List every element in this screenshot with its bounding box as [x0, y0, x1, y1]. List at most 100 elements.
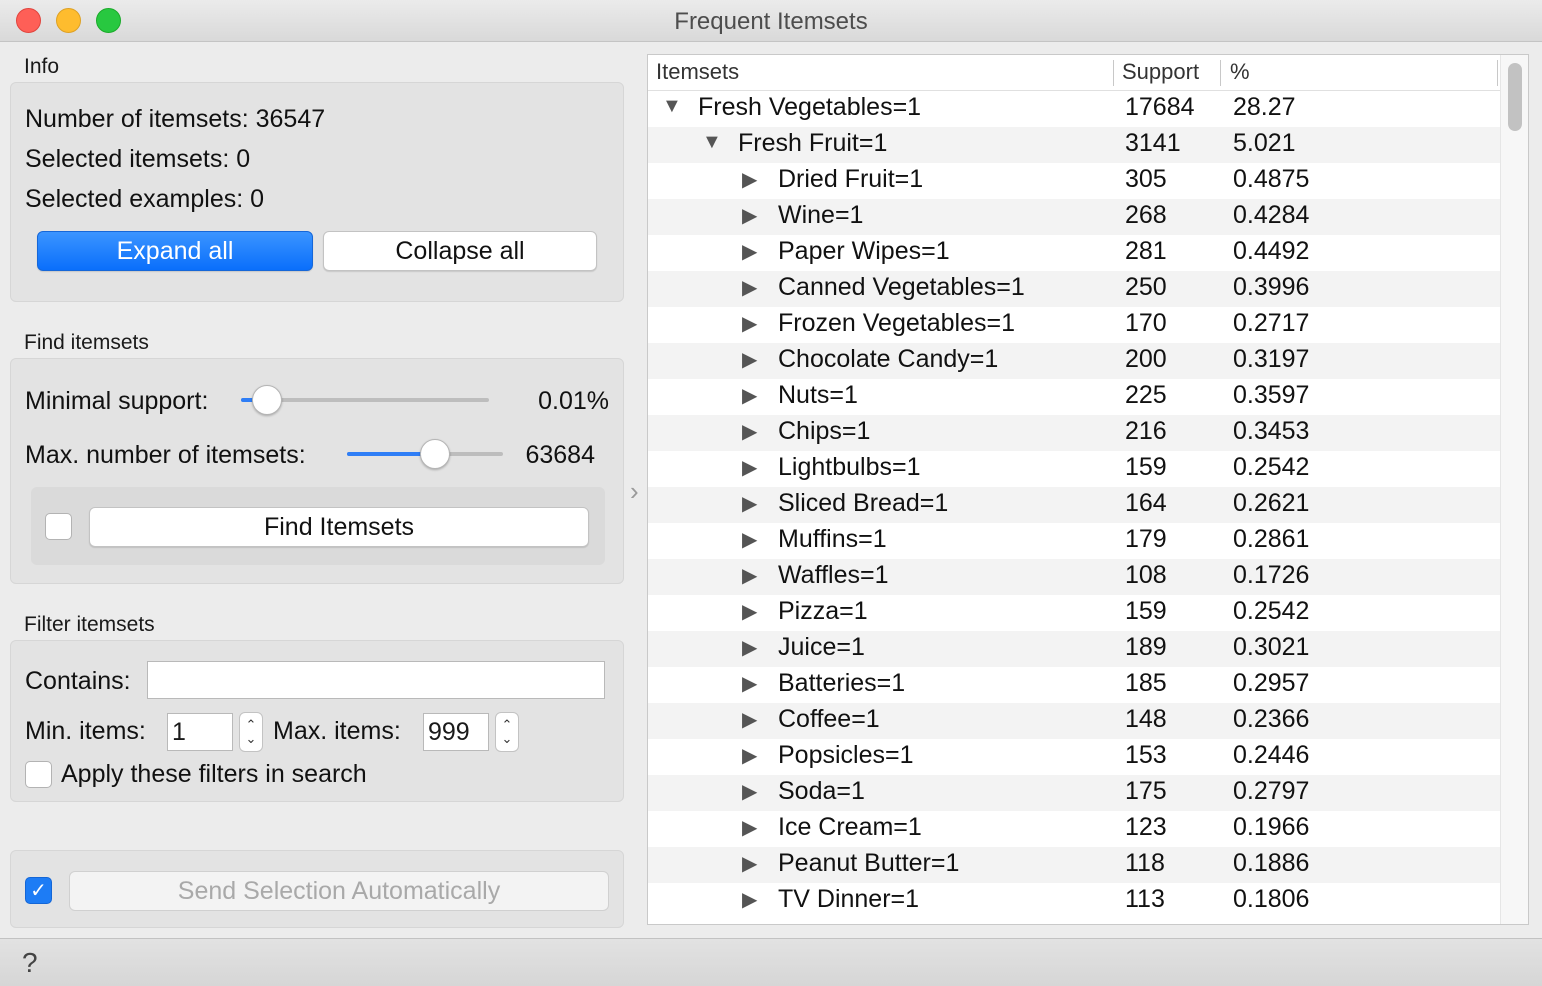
triangle-right-icon[interactable]: ▶	[742, 311, 757, 336]
triangle-right-icon[interactable]: ▶	[742, 491, 757, 516]
table-row[interactable]: ▶ Muffins=1 179 0.2861	[648, 523, 1500, 559]
triangle-right-icon[interactable]: ▶	[742, 167, 757, 192]
minimal-support-value: 0.01%	[538, 387, 609, 415]
itemset-percent: 0.2542	[1233, 597, 1310, 625]
table-row[interactable]: ▶ Soda=1 175 0.2797	[648, 775, 1500, 811]
max-itemsets-slider[interactable]	[347, 439, 503, 469]
expand-all-button[interactable]: Expand all	[37, 231, 313, 271]
max-items-input[interactable]: 999	[423, 713, 489, 751]
column-separator[interactable]	[1220, 60, 1221, 86]
find-itemsets-section-label: Find itemsets	[24, 331, 149, 354]
table-row[interactable]: ▶ Coffee=1 148 0.2366	[648, 703, 1500, 739]
table-row[interactable]: ▼ Fresh Fruit=1 3141 5.021	[648, 127, 1500, 163]
triangle-right-icon[interactable]: ▶	[742, 527, 757, 552]
triangle-right-icon[interactable]: ▶	[742, 707, 757, 732]
find-itemsets-button[interactable]: Find Itemsets	[89, 507, 589, 547]
triangle-right-icon[interactable]: ▶	[742, 419, 757, 444]
triangle-right-icon[interactable]: ▶	[742, 563, 757, 588]
itemset-support: 185	[1125, 669, 1167, 697]
send-automatically-checkbox[interactable]: ✓	[25, 877, 52, 904]
table-row[interactable]: ▶ Lightbulbs=1 159 0.2542	[648, 451, 1500, 487]
itemsets-table[interactable]: Itemsets Support % ▼ Fresh Vegetables=1 17…	[647, 54, 1529, 925]
triangle-right-icon[interactable]: ▶	[742, 779, 757, 804]
triangle-right-icon[interactable]: ▶	[742, 887, 757, 912]
triangle-right-icon[interactable]: ▶	[742, 851, 757, 876]
table-row[interactable]: ▶ Juice=1 189 0.3021	[648, 631, 1500, 667]
triangle-down-icon[interactable]: ▼	[662, 95, 682, 118]
itemset-name: Coffee=1	[778, 705, 880, 733]
table-row[interactable]: ▶ TV Dinner=1 113 0.1806	[648, 883, 1500, 919]
triangle-right-icon[interactable]: ▶	[742, 671, 757, 696]
table-row[interactable]: ▶ Frozen Vegetables=1 170 0.2717	[648, 307, 1500, 343]
table-row[interactable]: ▶ Pizza=1 159 0.2542	[648, 595, 1500, 631]
max-items-stepper[interactable]: ⌃ ⌄	[495, 712, 519, 752]
triangle-right-icon[interactable]: ▶	[742, 203, 757, 228]
table-row[interactable]: ▶ Ice Cream=1 123 0.1966	[648, 811, 1500, 847]
vertical-scrollbar[interactable]	[1500, 55, 1528, 924]
auto-find-checkbox[interactable]	[45, 513, 72, 540]
triangle-right-icon[interactable]: ▶	[742, 275, 757, 300]
chevron-right-icon[interactable]: ›	[630, 476, 639, 507]
column-separator[interactable]	[1113, 60, 1114, 86]
table-row[interactable]: ▶ Paper Wipes=1 281 0.4492	[648, 235, 1500, 271]
stepper-down-icon[interactable]: ⌄	[502, 732, 513, 746]
table-row[interactable]: ▶ Waffles=1 108 0.1726	[648, 559, 1500, 595]
triangle-right-icon[interactable]: ▶	[742, 455, 757, 480]
itemset-percent: 0.1886	[1233, 849, 1310, 877]
triangle-right-icon[interactable]: ▶	[742, 743, 757, 768]
itemset-name: Pizza=1	[778, 597, 868, 625]
collapse-all-button[interactable]: Collapse all	[323, 231, 597, 271]
triangle-right-icon[interactable]: ▶	[742, 347, 757, 372]
table-row[interactable]: ▶ Batteries=1 185 0.2957	[648, 667, 1500, 703]
column-header-percent[interactable]: %	[1230, 59, 1250, 85]
max-itemsets-slider-knob[interactable]	[420, 439, 450, 469]
table-row[interactable]: ▶ Chocolate Candy=1 200 0.3197	[648, 343, 1500, 379]
triangle-right-icon[interactable]: ▶	[742, 383, 757, 408]
stepper-up-icon[interactable]: ⌃	[246, 718, 257, 732]
info-section-label: Info	[24, 55, 60, 78]
itemset-support: 179	[1125, 525, 1167, 553]
itemset-support: 148	[1125, 705, 1167, 733]
send-box: ✓ Send Selection Automatically	[10, 850, 624, 928]
min-items-input[interactable]: 1	[167, 713, 233, 751]
triangle-right-icon[interactable]: ▶	[742, 635, 757, 660]
column-header-support[interactable]: Support	[1122, 59, 1199, 85]
scrollbar-thumb[interactable]	[1508, 63, 1522, 131]
table-row[interactable]: ▶ Peanut Butter=1 118 0.1886	[648, 847, 1500, 883]
stepper-down-icon[interactable]: ⌄	[246, 732, 257, 746]
table-row[interactable]: ▶ Nuts=1 225 0.3597	[648, 379, 1500, 415]
triangle-right-icon[interactable]: ▶	[742, 239, 757, 264]
column-header-itemsets[interactable]: Itemsets	[656, 59, 739, 85]
stepper-up-icon[interactable]: ⌃	[502, 718, 513, 732]
min-items-stepper[interactable]: ⌃ ⌄	[239, 712, 263, 752]
apply-filters-checkbox[interactable]	[25, 761, 52, 788]
filter-itemsets-section-label: Filter itemsets	[24, 613, 155, 636]
contains-input[interactable]	[147, 661, 605, 699]
triangle-right-icon[interactable]: ▶	[742, 599, 757, 624]
itemset-support: 159	[1125, 597, 1167, 625]
triangle-right-icon[interactable]: ▶	[742, 815, 757, 840]
triangle-down-icon[interactable]: ▼	[702, 131, 722, 154]
table-row[interactable]: ▶ Dried Fruit=1 305 0.4875	[648, 163, 1500, 199]
table-row[interactable]: ▶ Chips=1 216 0.3453	[648, 415, 1500, 451]
table-row[interactable]: ▶ Canned Vegetables=1 250 0.3996	[648, 271, 1500, 307]
itemset-percent: 0.2797	[1233, 777, 1310, 805]
info-box: Number of itemsets: 36547 Selected items…	[10, 82, 624, 302]
send-selection-button[interactable]: Send Selection Automatically	[69, 871, 609, 911]
table-row[interactable]: ▶ Wine=1 268 0.4284	[648, 199, 1500, 235]
itemset-support: 268	[1125, 201, 1167, 229]
question-mark-icon[interactable]: ?	[22, 947, 38, 979]
table-row[interactable]: ▶ Popsicles=1 153 0.2446	[648, 739, 1500, 775]
itemset-name: TV Dinner=1	[778, 885, 920, 913]
itemset-percent: 0.4492	[1233, 237, 1310, 265]
itemset-support: 3141	[1125, 129, 1181, 157]
table-row[interactable]: ▼ Fresh Vegetables=1 17684 28.27	[648, 91, 1500, 127]
table-row[interactable]: ▶ Sliced Bread=1 164 0.2621	[648, 487, 1500, 523]
minimal-support-slider-knob[interactable]	[252, 385, 282, 415]
itemset-percent: 0.4875	[1233, 165, 1310, 193]
minimal-support-slider[interactable]	[241, 385, 489, 415]
itemset-name: Waffles=1	[778, 561, 889, 589]
itemset-name: Dried Fruit=1	[778, 165, 924, 193]
itemset-name: Lightbulbs=1	[778, 453, 921, 481]
column-separator[interactable]	[1497, 60, 1498, 86]
